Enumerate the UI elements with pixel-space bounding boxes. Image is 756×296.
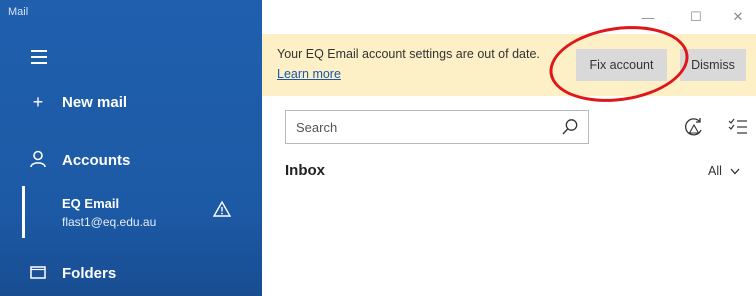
inbox-filter-label: All bbox=[708, 164, 722, 178]
inbox-filter-dropdown[interactable]: All bbox=[708, 164, 740, 178]
inbox-title: Inbox bbox=[285, 162, 325, 179]
maximize-button[interactable]: ☐ bbox=[672, 0, 720, 34]
sync-icon[interactable] bbox=[683, 116, 705, 138]
account-email: flast1@eq.edu.au bbox=[62, 215, 157, 229]
filter-icon[interactable] bbox=[727, 116, 749, 138]
sidebar: Mail + New mail Accounts EQ Email flast1… bbox=[0, 0, 262, 296]
close-button[interactable]: ✕ bbox=[720, 0, 756, 34]
chevron-down-icon bbox=[730, 168, 740, 174]
new-mail-label: New mail bbox=[62, 93, 128, 111]
search-box[interactable] bbox=[285, 110, 589, 144]
account-item-eq-email[interactable]: EQ Email flast1@eq.edu.au bbox=[22, 186, 262, 238]
accounts-label: Accounts bbox=[62, 152, 131, 169]
folders-button[interactable]: Folders bbox=[28, 264, 116, 282]
minimize-button[interactable]: — bbox=[624, 0, 672, 34]
folders-label: Folders bbox=[62, 264, 117, 282]
app-title: Mail bbox=[8, 6, 29, 18]
banner-message: Your EQ Email account settings are out o… bbox=[277, 47, 540, 61]
person-icon bbox=[28, 150, 48, 171]
accounts-button[interactable]: Accounts bbox=[28, 150, 130, 171]
dismiss-button[interactable]: Dismiss bbox=[680, 49, 746, 81]
account-name: EQ Email bbox=[62, 196, 120, 211]
folder-icon bbox=[28, 264, 48, 282]
fix-account-button[interactable]: Fix account bbox=[576, 49, 667, 81]
plus-icon: + bbox=[32, 92, 44, 112]
search-input[interactable] bbox=[296, 117, 546, 137]
new-mail-button[interactable]: + New mail bbox=[28, 93, 127, 111]
warning-icon bbox=[213, 200, 231, 217]
window-controls: — ☐ ✕ bbox=[624, 0, 756, 34]
hamburger-icon[interactable] bbox=[31, 50, 47, 64]
account-warning-banner: Your EQ Email account settings are out o… bbox=[262, 34, 756, 96]
learn-more-link[interactable]: Learn more bbox=[277, 67, 341, 81]
search-icon[interactable] bbox=[561, 118, 579, 136]
